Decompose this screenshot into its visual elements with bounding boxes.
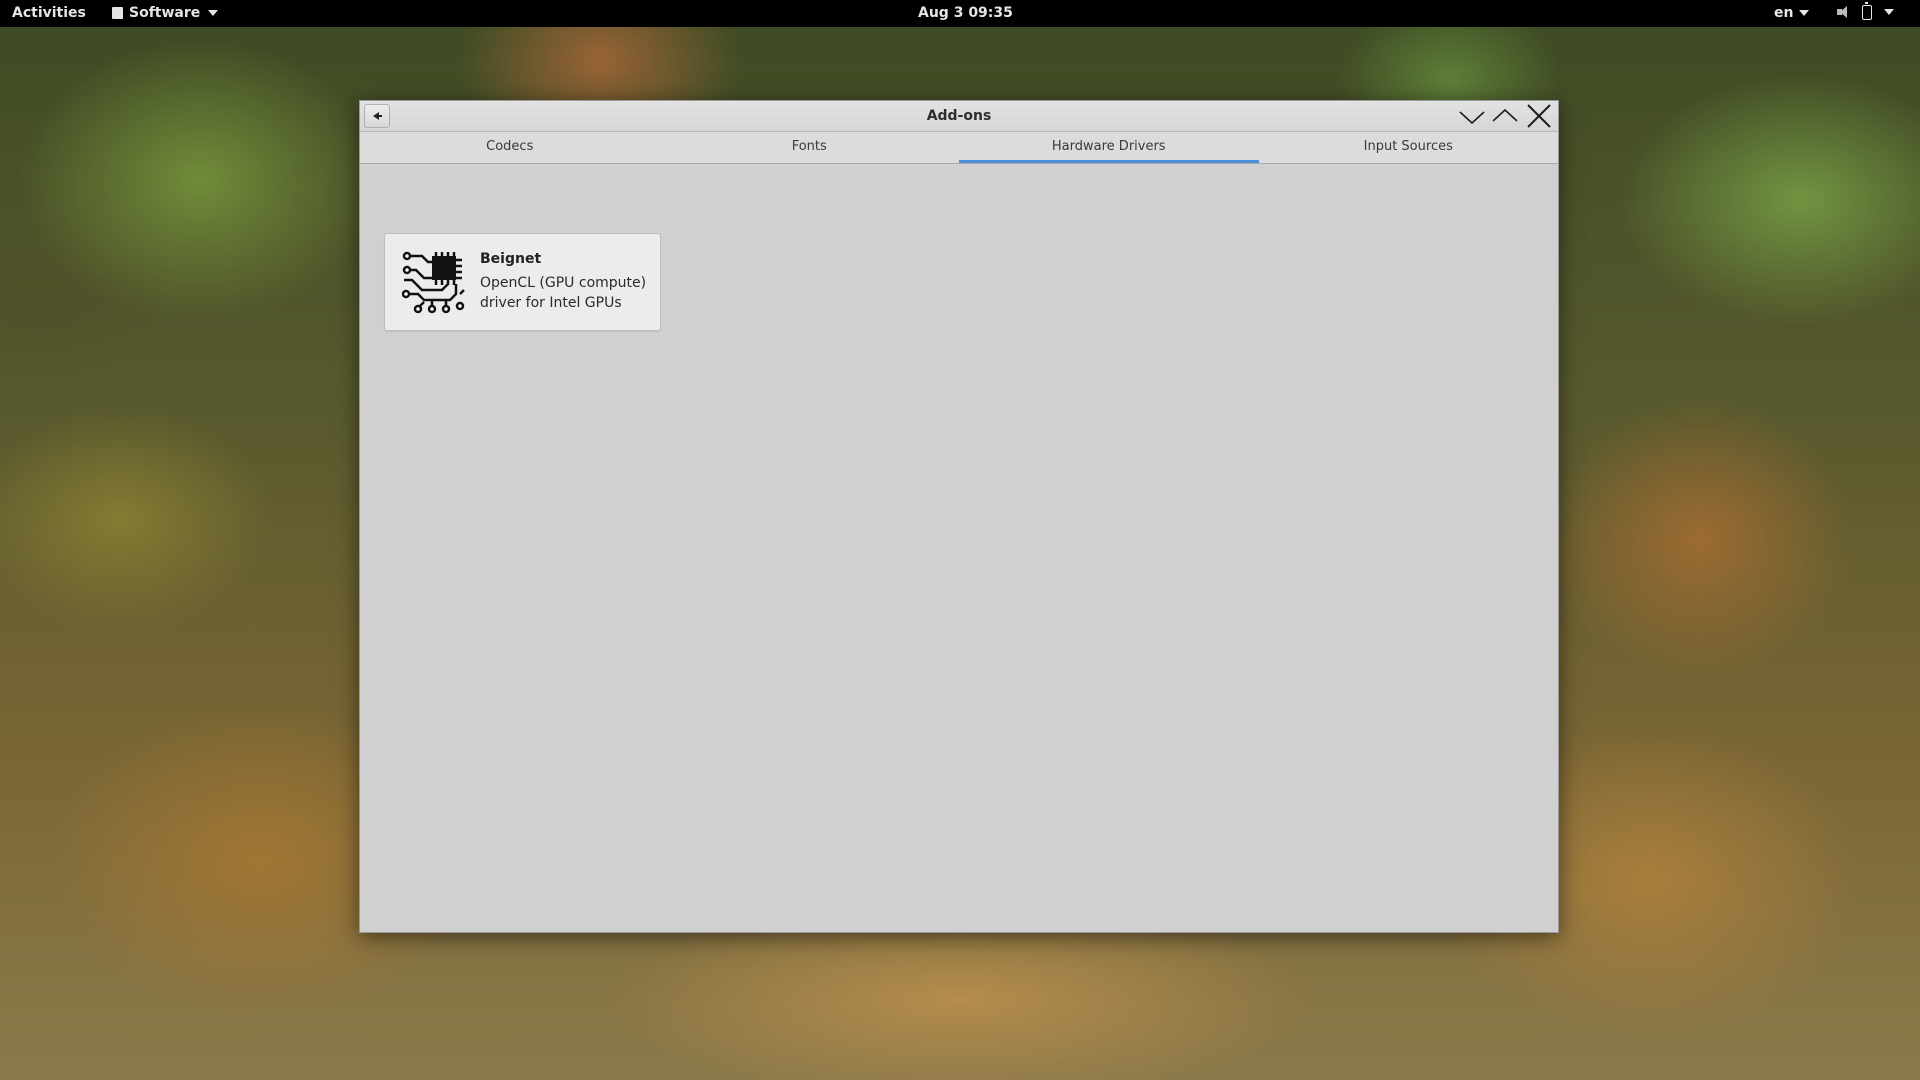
title-bar: Add-ons xyxy=(360,101,1558,132)
battery-icon xyxy=(1862,1,1872,20)
system-menu[interactable] xyxy=(1836,1,1894,20)
addon-name: Beignet xyxy=(480,251,542,267)
chip-icon xyxy=(402,251,465,314)
maximize-button[interactable] xyxy=(1491,103,1519,129)
minimize-button[interactable] xyxy=(1458,103,1486,129)
desktop: Activities Software Aug 3 09:35 en Add-o… xyxy=(0,0,1920,1080)
language-label: en xyxy=(1774,5,1794,21)
app-menu-label: Software xyxy=(129,5,201,21)
chevron-down-icon xyxy=(1459,111,1485,125)
chevron-down-icon xyxy=(1799,10,1810,16)
clock[interactable]: Aug 3 09:35 xyxy=(918,5,1013,21)
speaker-icon xyxy=(1836,4,1852,20)
chevron-down-icon xyxy=(208,10,219,16)
addons-content: Beignet OpenCL (GPU compute) driver for … xyxy=(360,164,1558,932)
addons-window: Add-ons Codecs Fonts Hardware Drivers In… xyxy=(359,100,1559,933)
close-button[interactable] xyxy=(1524,102,1554,130)
addon-tile-beignet[interactable]: Beignet OpenCL (GPU compute) driver for … xyxy=(384,233,661,331)
tab-fonts[interactable]: Fonts xyxy=(660,132,960,163)
language-menu[interactable]: en xyxy=(1774,5,1810,21)
shopping-bag-icon xyxy=(112,7,123,19)
tab-hardware-drivers[interactable]: Hardware Drivers xyxy=(959,132,1259,163)
top-bar: Activities Software Aug 3 09:35 en xyxy=(0,0,1920,27)
app-menu[interactable]: Software xyxy=(112,5,219,21)
tab-codecs[interactable]: Codecs xyxy=(360,132,660,163)
close-icon xyxy=(1527,104,1551,128)
chevron-down-icon xyxy=(1884,9,1894,15)
tab-input-sources[interactable]: Input Sources xyxy=(1259,132,1559,163)
tab-bar: Codecs Fonts Hardware Drivers Input Sour… xyxy=(360,132,1558,164)
activities-button[interactable]: Activities xyxy=(12,5,86,21)
window-title: Add-ons xyxy=(926,108,992,124)
addon-description: OpenCL (GPU compute) driver for Intel GP… xyxy=(480,275,647,311)
chevron-up-icon xyxy=(1492,108,1518,122)
